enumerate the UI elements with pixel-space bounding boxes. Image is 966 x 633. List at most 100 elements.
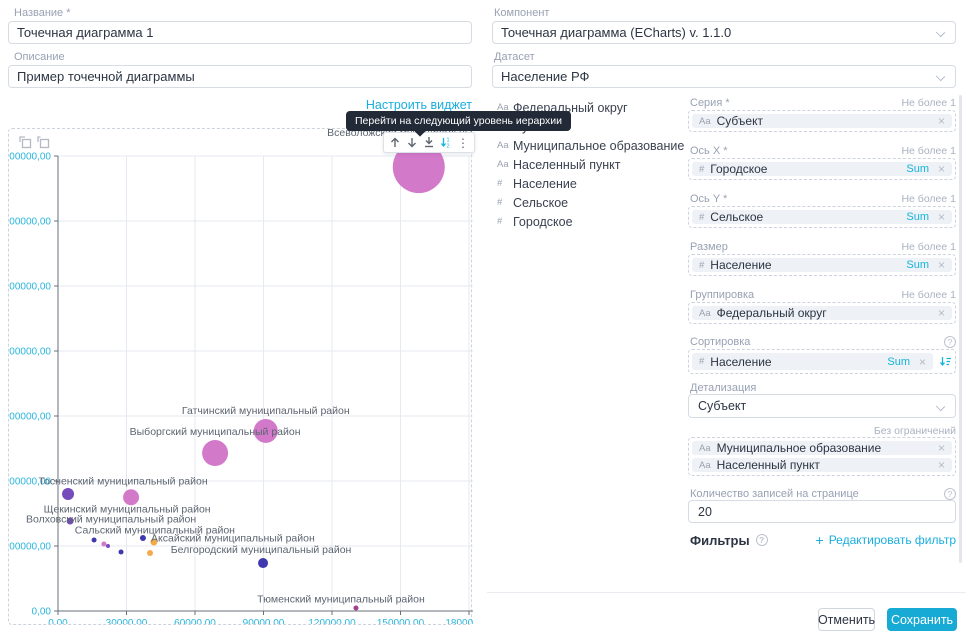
svg-text:30000,00: 30000,00 (106, 618, 148, 624)
grouping-limit: Не более 1 (901, 289, 956, 301)
y-axis-label: Ось Y * (690, 193, 727, 205)
close-icon[interactable]: × (938, 211, 945, 223)
records-label: Количество записей на странице (690, 488, 859, 500)
widget-editor: Название * Описание Настроить виджет Ком… (0, 0, 966, 633)
text-field-icon: Aa (497, 140, 513, 151)
grouping-chip[interactable]: Aa Федеральный округ × (692, 306, 952, 320)
chart-panel: 0,00100000,00200000,00300000,00400000,00… (8, 128, 472, 625)
series-dropzone[interactable]: Aa Субъект × (688, 110, 956, 132)
component-label: Компонент (494, 7, 549, 19)
svg-text:120000,00: 120000,00 (308, 618, 356, 624)
y-axis-dropzone[interactable]: # Сельское Sum × (688, 206, 956, 228)
grouping-dropzone[interactable]: Aa Федеральный округ × (688, 302, 956, 324)
text-field-icon: Aa (699, 116, 711, 127)
close-icon[interactable]: × (938, 115, 945, 127)
save-button[interactable]: Сохранить (887, 608, 957, 631)
question-icon[interactable]: ? (756, 534, 768, 546)
sorting-chip[interactable]: # Население Sum × (692, 353, 933, 370)
plus-icon: + (816, 532, 824, 548)
number-field-icon: # (699, 164, 704, 175)
component-select[interactable]: Точечная диаграмма (ECharts) v. 1.1.0 (492, 21, 956, 44)
records-input[interactable] (688, 500, 956, 523)
series-chip[interactable]: Aa Субъект × (692, 114, 952, 128)
sorting-label: Сортировка (690, 336, 750, 348)
chevron-down-icon (936, 28, 945, 37)
field-item[interactable]: #Население (497, 177, 677, 190)
field-item[interactable]: AaНаселенный пункт (497, 158, 677, 171)
kebab-menu-icon[interactable]: ⋮ (456, 137, 470, 149)
svg-text:Аксайский муниципальный район: Аксайский муниципальный район (151, 532, 315, 544)
close-icon[interactable]: × (938, 307, 945, 319)
close-icon[interactable]: × (938, 459, 945, 471)
component-value: Точечная диаграмма (ECharts) v. 1.1.0 (501, 25, 731, 40)
aggregation-badge[interactable]: Sum (906, 163, 929, 175)
arrow-up-icon[interactable] (388, 135, 402, 150)
field-item[interactable]: AaМуниципальное образование (497, 139, 677, 152)
svg-text:Тосненский муниципальный район: Тосненский муниципальный район (38, 475, 207, 487)
drill-up-icon[interactable] (19, 136, 32, 149)
question-icon[interactable]: ? (944, 488, 956, 500)
drill-reset-icon[interactable] (37, 136, 50, 149)
aggregation-badge[interactable]: Sum (906, 211, 929, 223)
y-axis-chip[interactable]: # Сельское Sum × (692, 210, 952, 224)
scatter-chart[interactable]: 0,00100000,00200000,00300000,00400000,00… (9, 129, 473, 624)
sort-direction-icon[interactable] (939, 355, 952, 368)
svg-text:300000,00: 300000,00 (9, 412, 51, 423)
series-limit: Не более 1 (901, 97, 956, 109)
description-input[interactable] (8, 65, 472, 88)
arrow-down-icon[interactable] (405, 135, 419, 150)
number-field-icon: # (699, 260, 704, 271)
x-axis-chip[interactable]: # Городское Sum × (692, 162, 952, 176)
name-input[interactable] (8, 21, 472, 44)
number-field-icon: # (497, 197, 513, 208)
size-chip[interactable]: # Население Sum × (692, 258, 952, 272)
text-field-icon: Aa (699, 460, 711, 471)
unlimited-label: Без ограничений (874, 425, 956, 437)
series-label: Серия * (690, 97, 730, 109)
chevron-down-icon (936, 402, 945, 411)
question-icon[interactable]: ? (944, 336, 956, 348)
detail-label: Детализация (690, 382, 756, 394)
close-icon[interactable]: × (938, 442, 945, 454)
arrow-to-bottom-icon[interactable] (422, 135, 436, 150)
svg-text:500000,00: 500000,00 (9, 282, 51, 293)
x-axis-limit: Не более 1 (901, 145, 956, 157)
detail-dropzone[interactable]: Aa Муниципальное образование × Aa Населе… (688, 437, 956, 476)
dataset-select[interactable]: Население РФ (492, 65, 956, 88)
panel-scrollbar[interactable] (959, 95, 962, 563)
cancel-button[interactable]: Отменить (818, 608, 875, 631)
svg-text:Белгородский муниципальный рай: Белгородский муниципальный район (171, 544, 352, 556)
configure-widget-link[interactable]: Настроить виджет (8, 98, 472, 112)
svg-text:0,00: 0,00 (32, 607, 52, 618)
name-label: Название * (14, 7, 71, 19)
dataset-value: Население РФ (501, 69, 589, 84)
x-axis-dropzone[interactable]: # Городское Sum × (688, 158, 956, 180)
svg-text:400000,00: 400000,00 (9, 347, 51, 358)
svg-text:90000,00: 90000,00 (243, 618, 285, 624)
field-item[interactable]: #Сельское (497, 196, 677, 209)
detail-chip[interactable]: Aa Муниципальное образование × (692, 441, 952, 455)
edit-filter-link[interactable]: +Редактировать фильтр (816, 532, 956, 548)
sorting-dropzone[interactable]: # Население Sum × (688, 349, 956, 374)
close-icon[interactable]: × (938, 163, 945, 175)
description-label: Описание (14, 51, 65, 63)
aggregation-badge[interactable]: Sum (887, 356, 910, 368)
svg-text:Гатчинский муниципальный район: Гатчинский муниципальный район (182, 405, 350, 417)
detail-select[interactable]: Субъект (688, 394, 956, 418)
svg-text:Выборгский муниципальный район: Выборгский муниципальный район (130, 426, 301, 438)
filters-label: Фильтры (690, 533, 750, 548)
aggregation-badge[interactable]: Sum (906, 259, 929, 271)
text-field-icon: Aa (699, 308, 711, 319)
close-icon[interactable]: × (919, 356, 926, 368)
close-icon[interactable]: × (938, 259, 945, 271)
chart-toolbar: 12 ⋮ (383, 132, 475, 153)
detail-value: Субъект (698, 399, 746, 413)
grouping-label: Группировка (690, 289, 754, 301)
sort-numeric-icon[interactable]: 12 (439, 135, 453, 150)
field-item[interactable]: #Городское (497, 215, 677, 228)
svg-text:700000,00: 700000,00 (9, 152, 51, 163)
number-field-icon: # (497, 216, 513, 227)
size-dropzone[interactable]: # Население Sum × (688, 254, 956, 276)
detail-chip[interactable]: Aa Населенный пункт × (692, 458, 952, 472)
svg-text:0,00: 0,00 (48, 618, 68, 624)
